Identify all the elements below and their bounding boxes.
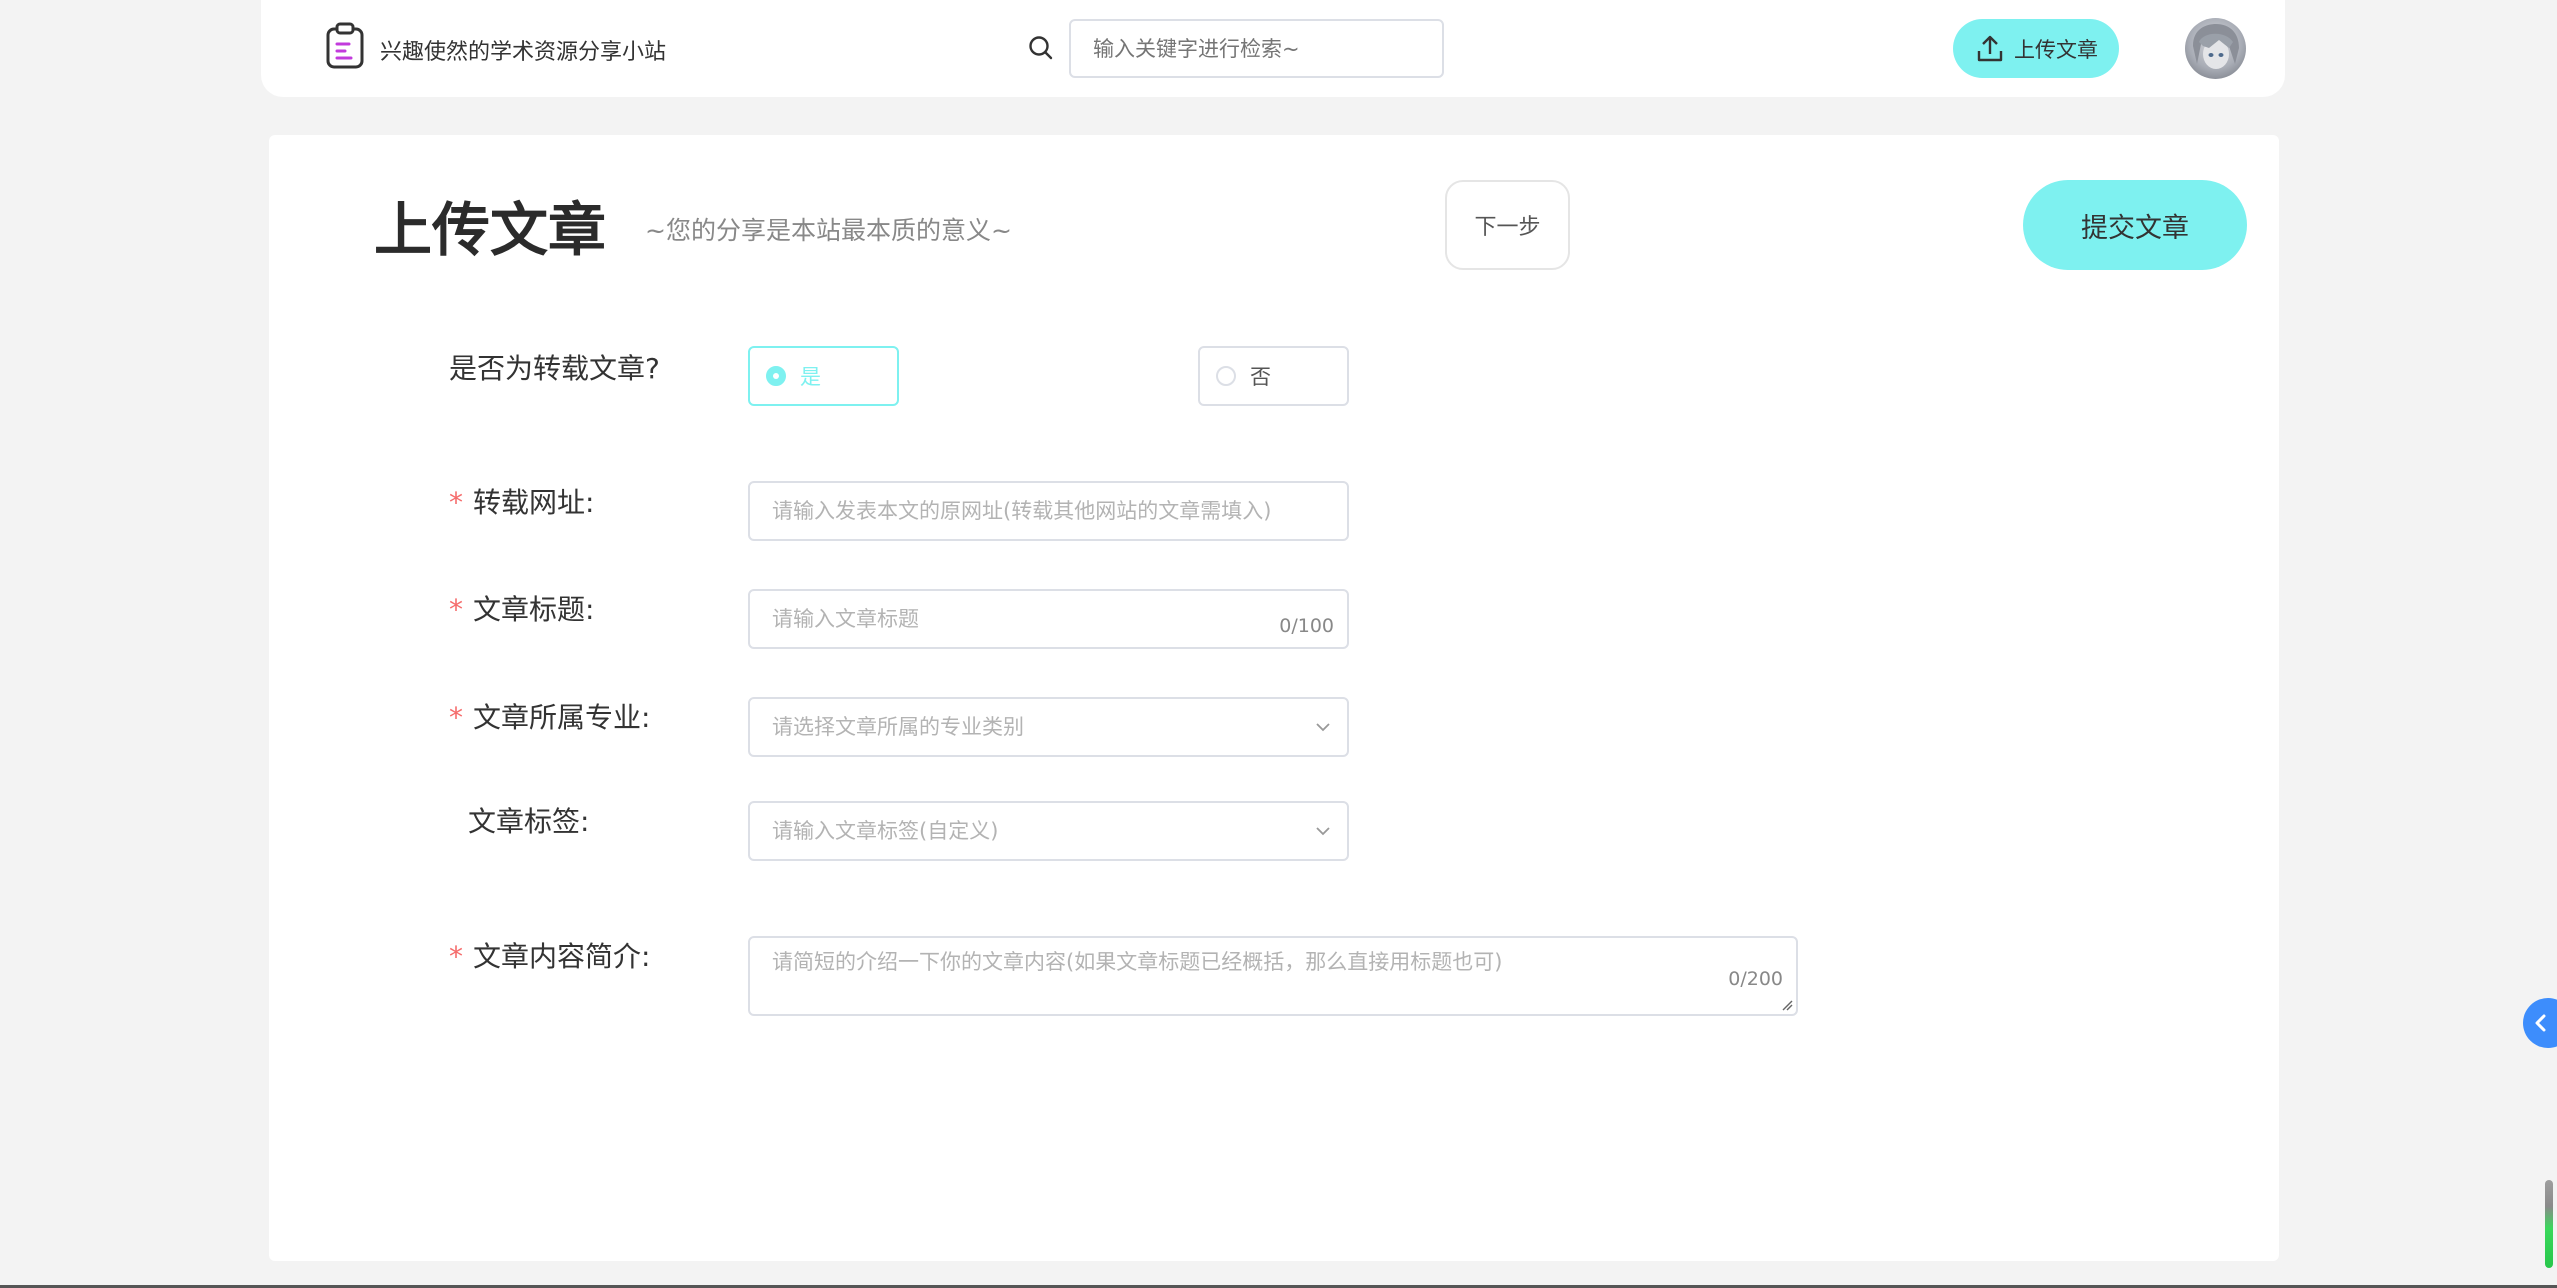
side-panel-toggle[interactable] [2523,998,2557,1048]
repost-label: 是否为转载文章? [449,352,660,385]
source-url-label: * 转载网址: [449,481,594,521]
scrollbar-thumb[interactable] [2545,1180,2553,1268]
clipboard-logo-icon[interactable] [325,22,365,70]
upload-icon [1977,35,2003,61]
major-label: * 文章所属专业: [449,696,650,736]
required-mark: * [449,701,463,734]
repost-yes-label: 是 [800,365,821,389]
summary-placeholder: 请简短的介绍一下你的文章内容(如果文章标题已经概括，那么直接用标题也可) [772,950,1503,974]
repost-no-radio[interactable]: 否 [1198,346,1349,406]
summary-label-text: 文章内容简介: [473,940,651,973]
article-title-input[interactable]: 请输入文章标题 0/100 [748,589,1349,649]
chevron-left-icon [2535,1014,2546,1032]
chevron-down-icon [1316,723,1330,732]
next-step-button[interactable]: 下一步 [1445,180,1570,270]
required-mark: * [449,593,463,626]
radio-unchecked-icon [1216,366,1236,386]
resize-handle-icon[interactable] [1781,999,1793,1011]
upload-article-label: 上传文章 [2014,37,2098,62]
repost-no-label: 否 [1250,365,1271,389]
source-url-label-text: 转载网址: [473,486,595,519]
upload-article-button[interactable]: 上传文章 [1953,19,2119,78]
search-input[interactable] [1069,19,1444,78]
article-title-placeholder: 请输入文章标题 [772,607,919,631]
summary-textarea[interactable]: 请简短的介绍一下你的文章内容(如果文章标题已经概括，那么直接用标题也可) 0/2… [748,936,1798,1016]
avatar[interactable] [2185,18,2246,79]
article-title-label-text: 文章标题: [473,593,595,626]
source-url-input[interactable]: 请输入发表本文的原网址(转载其他网站的文章需填入) [748,481,1349,541]
tags-label: 文章标签: [468,805,590,838]
repost-yes-radio[interactable]: 是 [748,346,899,406]
top-nav-bar: 兴趣使然的学术资源分享小站 上传文章 [261,0,2285,97]
radio-checked-icon [766,366,786,386]
major-placeholder: 请选择文章所属的专业类别 [772,715,1024,739]
required-mark: * [449,486,463,519]
upload-form-card: 上传文章 ~您的分享是本站最本质的意义~ 下一步 提交文章 是否为转载文章? 是… [269,135,2279,1261]
page-subtitle: ~您的分享是本站最本质的意义~ [645,216,1012,245]
summary-label: * 文章内容简介: [449,935,650,975]
article-title-label: * 文章标题: [449,588,594,628]
summary-char-counter: 0/200 [1728,968,1783,990]
tags-select[interactable]: 请输入文章标签(自定义) [748,801,1349,861]
required-mark: * [449,940,463,973]
title-char-counter: 0/100 [1279,615,1334,637]
user-avatar-icon [2193,24,2239,69]
source-url-placeholder: 请输入发表本文的原网址(转载其他网站的文章需填入) [772,499,1272,523]
page-title: 上传文章 [374,196,607,264]
chevron-down-icon [1316,827,1330,836]
submit-article-button[interactable]: 提交文章 [2023,180,2247,270]
tags-placeholder: 请输入文章标签(自定义) [772,819,999,843]
search-icon[interactable] [1027,34,1055,62]
major-label-text: 文章所属专业: [473,701,651,734]
major-select[interactable]: 请选择文章所属的专业类别 [748,697,1349,757]
site-title[interactable]: 兴趣使然的学术资源分享小站 [380,34,666,66]
